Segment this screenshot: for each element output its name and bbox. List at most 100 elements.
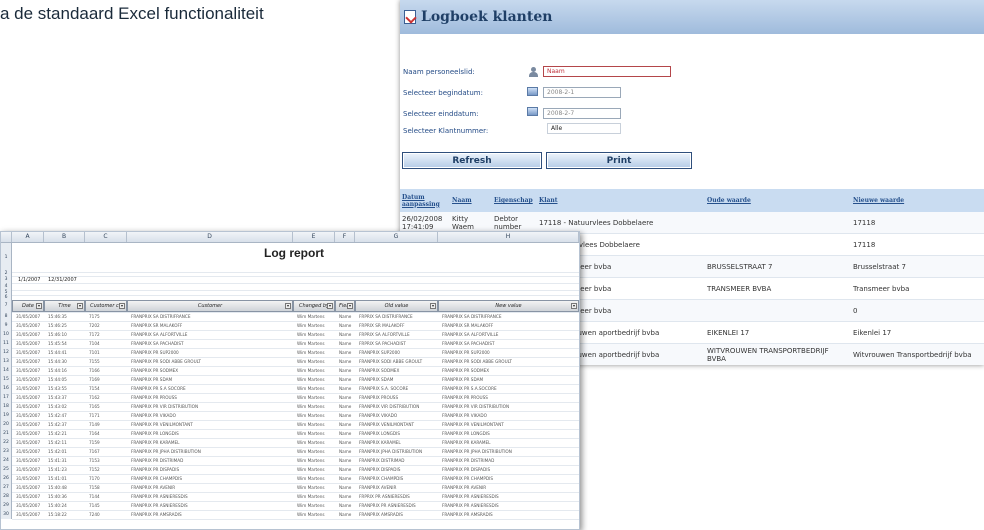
excel-cell-changed-by[interactable]: Wim Martens: [297, 358, 335, 365]
row-header[interactable]: 24: [1, 456, 12, 465]
filter-dropdown-icon[interactable]: ▾: [36, 303, 42, 309]
excel-cell-date[interactable]: 31/05/2007: [16, 421, 44, 428]
excel-cell-date[interactable]: 31/05/2007: [16, 466, 44, 473]
excel-cell-changed-by[interactable]: Wim Martens: [297, 493, 335, 500]
excel-data-row[interactable]: 31/05/2007 15:45:54 7104 FRANPRIX SA PACHAD…: [13, 340, 579, 347]
excel-cell-customer[interactable]: FRANPRIX PR AVENIR: [131, 484, 293, 491]
excel-cell-field[interactable]: Name: [339, 493, 355, 500]
excel-cell-time[interactable]: 15:43:55: [48, 385, 85, 392]
excel-cell-customer[interactable]: FRANPRIX PR S.A SOCORE: [131, 385, 293, 392]
excel-cell-date[interactable]: 31/05/2007: [16, 340, 44, 347]
excel-cell-date[interactable]: 31/05/2007: [16, 385, 44, 392]
row-header[interactable]: 28: [1, 492, 12, 501]
row-header[interactable]: 8: [1, 312, 12, 321]
excel-cell-customer-code[interactable]: 7144: [89, 493, 127, 500]
row-header[interactable]: 30: [1, 510, 12, 519]
excel-cell-customer[interactable]: FRANPRIX PR CHAMPDIS: [131, 475, 293, 482]
excel-cell-date[interactable]: 31/05/2007: [16, 331, 44, 338]
excel-cell-time[interactable]: 15:44:05: [48, 376, 85, 383]
calendar-icon[interactable]: [527, 87, 538, 96]
excel-cell-date[interactable]: 31/05/2007: [16, 484, 44, 491]
excel-header-cell[interactable]: Customer ▾: [127, 300, 293, 312]
excel-cell-changed-by[interactable]: Wim Martens: [297, 376, 335, 383]
excel-cell-old-value[interactable]: FRPRIX SA PACHADIST: [359, 340, 438, 347]
row-header[interactable]: 25: [1, 465, 12, 474]
excel-header-cell[interactable]: Time ▾: [44, 300, 85, 312]
excel-data-row[interactable]: 31/05/2007 15:40:48 7158 FRANPRIX PR AVENIR…: [13, 484, 579, 491]
excel-cell-time[interactable]: 15:43:02: [48, 403, 85, 410]
excel-cell-field[interactable]: Name: [339, 322, 355, 329]
excel-cell-field[interactable]: Name: [339, 511, 355, 518]
filter-dropdown-icon[interactable]: ▾: [285, 303, 291, 309]
excel-cell-customer[interactable]: FRANPRIX SA PACHADIST: [131, 340, 293, 347]
excel-cell-time[interactable]: 15:18:22: [48, 511, 85, 518]
date-from-cell[interactable]: 1/1/2007: [18, 277, 40, 283]
excel-cell-new-value[interactable]: FRANPRIX PR KARAMEL: [442, 439, 579, 446]
calendar-icon[interactable]: [527, 107, 538, 116]
excel-cell-old-value[interactable]: FRANPRIX SUP2000: [359, 349, 438, 356]
excel-cell-new-value[interactable]: FRANPRIX PR ASNIERESDIS: [442, 493, 579, 500]
excel-cell-time[interactable]: 15:43:37: [48, 394, 85, 401]
excel-cell-time[interactable]: 15:46:25: [48, 322, 85, 329]
excel-cell-customer[interactable]: FRANPRIX PR DISTRIMAD: [131, 457, 293, 464]
row-header[interactable]: 27: [1, 483, 12, 492]
col-header-datum[interactable]: Datum aanpassing: [400, 189, 450, 212]
row-header[interactable]: 29: [1, 501, 12, 510]
excel-cell-date[interactable]: 31/05/2007: [16, 394, 44, 401]
excel-cell-customer-code[interactable]: 7171: [89, 412, 127, 419]
excel-cell-customer[interactable]: FRANPRIX PR AMSRADIS: [131, 511, 293, 518]
excel-cell-field[interactable]: Name: [339, 340, 355, 347]
excel-cell-field[interactable]: Name: [339, 349, 355, 356]
excel-data-row[interactable]: 31/05/2007 15:42:01 7167 FRANPRIX PR JPHA D…: [13, 448, 579, 455]
row-header[interactable]: 23: [1, 447, 12, 456]
excel-data-row[interactable]: 31/05/2007 15:40:24 7145 FRANPRIX PR ASNIER…: [13, 502, 579, 509]
row-header[interactable]: 26: [1, 474, 12, 483]
excel-cell-customer[interactable]: FRANPRIX PR JPHA DISTRIBUTION: [131, 448, 293, 455]
excel-cell-customer[interactable]: FRANPRIX PR VENILMONTANT: [131, 421, 293, 428]
begindatum-input[interactable]: 2008-2-1: [543, 87, 621, 98]
excel-cell-customer[interactable]: FRANPRIX PR SODMEX: [131, 367, 293, 374]
excel-cell-time[interactable]: 15:44:16: [48, 367, 85, 374]
excel-header-cell[interactable]: Date ▾: [12, 300, 44, 312]
excel-data-row[interactable]: 31/05/2007 15:42:21 7164 FRANPRIX PR LONGDI…: [13, 430, 579, 437]
excel-cell-customer[interactable]: FRANPRIX PR LONGDIS: [131, 430, 293, 437]
excel-cell-new-value[interactable]: FRANPRIX PR CHAMPDIS: [442, 475, 579, 482]
excel-cell-customer-code[interactable]: 7175: [89, 313, 127, 320]
excel-header-cell[interactable]: Old value ▾: [355, 300, 438, 312]
excel-cell-time[interactable]: 15:42:11: [48, 439, 85, 446]
excel-cell-new-value[interactable]: FRANPRIX PR DISTRIMAD: [442, 457, 579, 464]
col-header-eigenschap[interactable]: Eigenschap: [492, 189, 537, 212]
excel-cell-changed-by[interactable]: Wim Martens: [297, 349, 335, 356]
excel-cell-new-value[interactable]: FRANPRIX PR SODMEX: [442, 367, 579, 374]
excel-cell-customer[interactable]: FRANPRIX PR DISPADIS: [131, 466, 293, 473]
excel-cell-date[interactable]: 31/05/2007: [16, 376, 44, 383]
excel-data-row[interactable]: 31/05/2007 15:42:47 7171 FRANPRIX PR VIKADO…: [13, 412, 579, 419]
select-all-corner[interactable]: [1, 232, 12, 242]
excel-cell-changed-by[interactable]: Wim Martens: [297, 448, 335, 455]
klantnummer-select[interactable]: Alle: [547, 123, 621, 134]
excel-cell-old-value[interactable]: FRANPRIX SODMEX: [359, 367, 438, 374]
excel-cell-time[interactable]: 15:41:31: [48, 457, 85, 464]
excel-cell-old-value[interactable]: FRANPRIX KARAMEL: [359, 439, 438, 446]
col-header-nieuwe-waarde[interactable]: Nieuwe waarde: [851, 189, 984, 212]
row-header[interactable]: 18: [1, 402, 12, 411]
col-header-naam[interactable]: Naam: [450, 189, 492, 212]
excel-cell-field[interactable]: Name: [339, 448, 355, 455]
excel-cell-customer[interactable]: FRANPRIX PR KARAMEL: [131, 439, 293, 446]
excel-cell-customer-code[interactable]: 7149: [89, 421, 127, 428]
excel-cell-new-value[interactable]: FRANPRIX PR SODI ABBE GROULT: [442, 358, 579, 365]
filter-dropdown-icon[interactable]: ▾: [571, 303, 577, 309]
excel-cell-date[interactable]: 31/05/2007: [16, 358, 44, 365]
excel-cell-changed-by[interactable]: Wim Martens: [297, 502, 335, 509]
excel-cell-field[interactable]: Name: [339, 385, 355, 392]
excel-cell-customer[interactable]: FRANPRIX PR SDAM: [131, 376, 293, 383]
excel-cell-customer[interactable]: FRANPRIX PR ASNIERESDIS: [131, 502, 293, 509]
excel-cell-date[interactable]: 31/05/2007: [16, 475, 44, 482]
excel-cell-changed-by[interactable]: Wim Martens: [297, 475, 335, 482]
col-header-oude-waarde[interactable]: Oude waarde: [705, 189, 851, 212]
excel-cell-customer[interactable]: FRANPRIX SR MALAKOFF: [131, 322, 293, 329]
excel-data-row[interactable]: 31/05/2007 15:46:35 7175 FRANPRIX SA DISTRI…: [13, 313, 579, 320]
excel-cell-old-value[interactable]: FRANPRIX JPHA DISTRIBUTION: [359, 448, 438, 455]
excel-data-row[interactable]: 31/05/2007 15:41:23 7152 FRANPRIX PR DISPAD…: [13, 466, 579, 473]
excel-cell-old-value[interactable]: FRPRIX SR MALAKOFF: [359, 322, 438, 329]
